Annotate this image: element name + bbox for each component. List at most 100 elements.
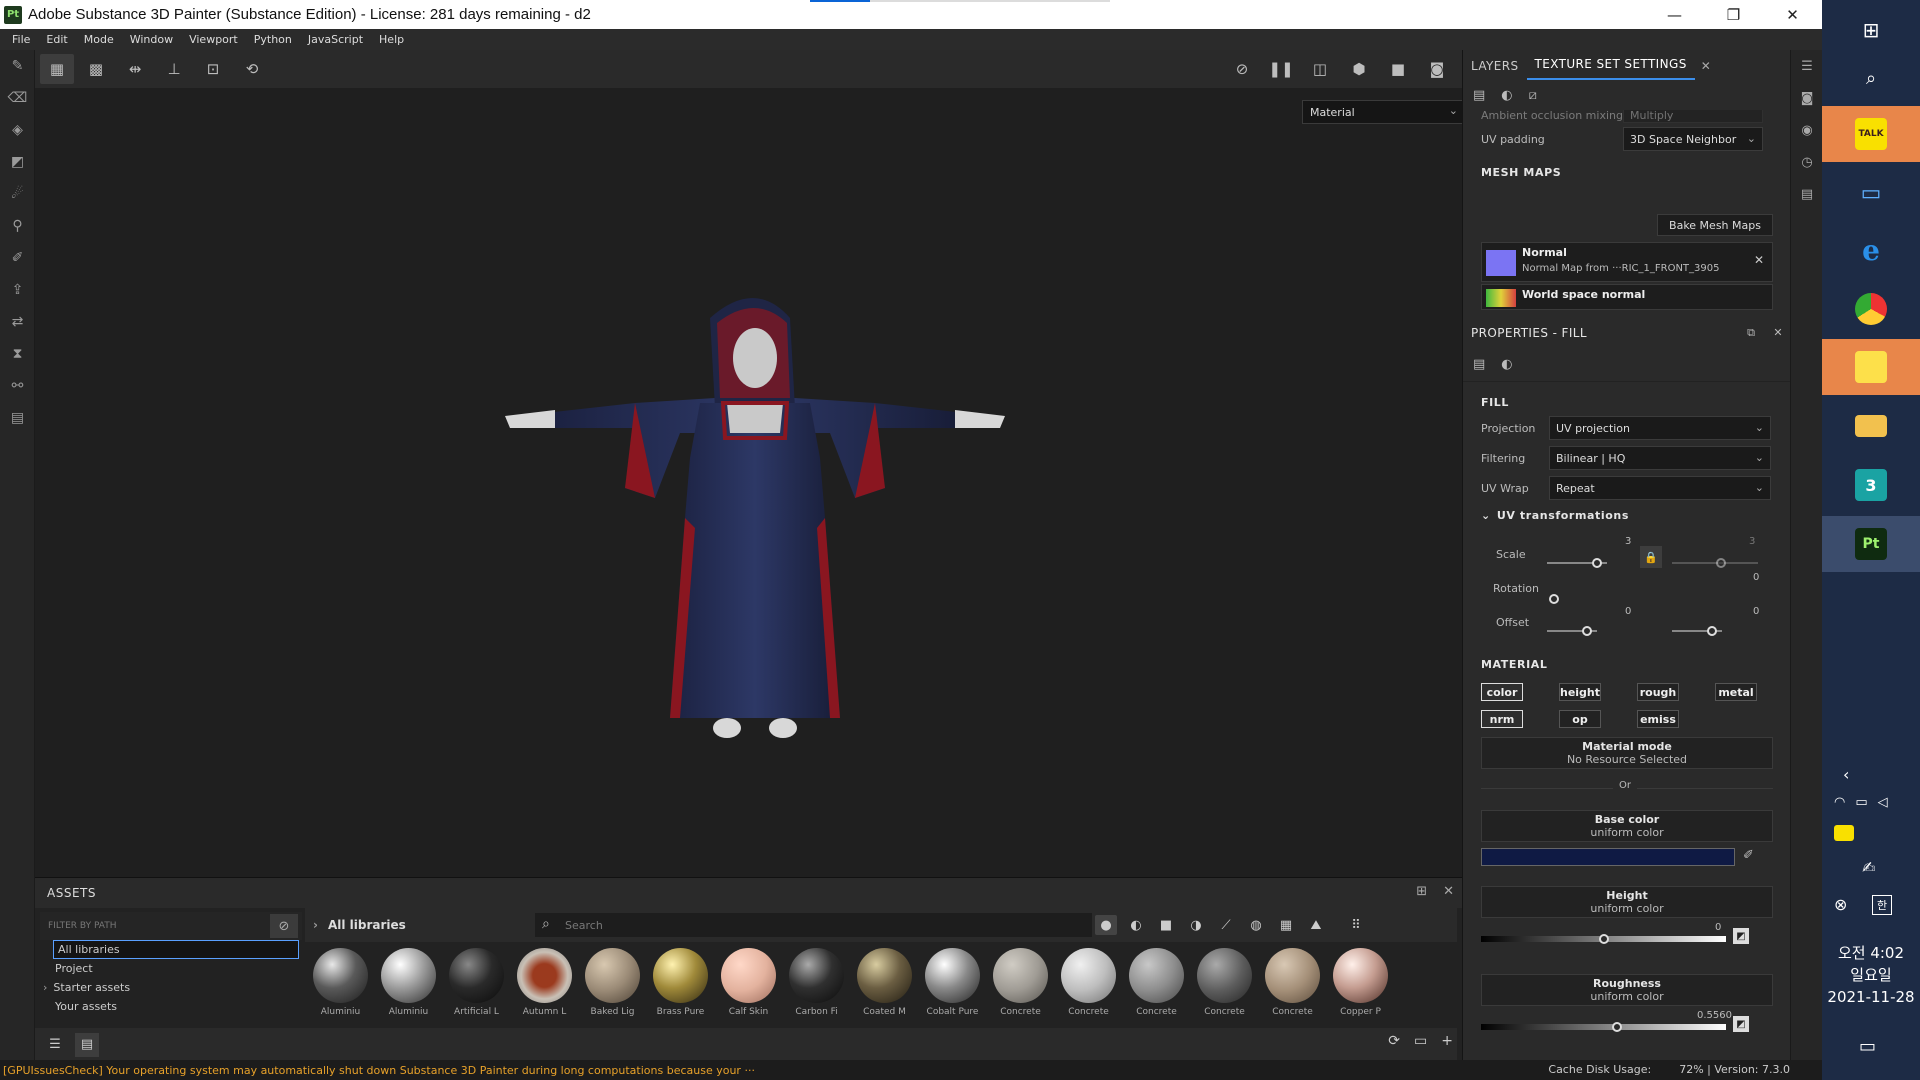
hide-icon[interactable]: ⊘: [270, 914, 298, 938]
restore-button[interactable]: ❐: [1704, 0, 1763, 29]
tab-texture-set-settings[interactable]: TEXTURE SET SETTINGS: [1526, 57, 1695, 80]
asset-search-input[interactable]: ⌕ Search: [535, 913, 1092, 937]
float-panel-icon[interactable]: ⊞: [1416, 884, 1427, 899]
asset-item[interactable]: Aluminiu: [313, 948, 368, 1018]
uv-transform-toggle[interactable]: ⌄ UV transformations: [1463, 509, 1791, 522]
close-tab-icon[interactable]: ✕: [1695, 59, 1717, 80]
remove-map-icon[interactable]: ✕: [1754, 253, 1764, 267]
add-icon[interactable]: +: [1441, 1033, 1453, 1049]
paint-brush-icon[interactable]: ✎: [0, 50, 35, 82]
menu-mode[interactable]: Mode: [76, 33, 122, 46]
clock[interactable]: 오전 4:02 일요일 2021-11-28: [1822, 942, 1920, 1008]
tab-layers[interactable]: LAYERS: [1463, 59, 1527, 80]
folder-icon[interactable]: ▭: [1414, 1033, 1427, 1049]
taskbar-kakaotalk[interactable]: TALK: [1822, 106, 1920, 162]
channel-color-button[interactable]: color: [1481, 683, 1523, 701]
menu-help[interactable]: Help: [371, 33, 412, 46]
transform-icon[interactable]: ⇄: [0, 306, 35, 338]
float-panel-icon[interactable]: ⧉: [1747, 326, 1755, 340]
library-project[interactable]: Project: [40, 959, 302, 978]
split-view-icon[interactable]: ▩: [79, 54, 113, 84]
hide-ui-icon[interactable]: ⊘: [1225, 54, 1259, 84]
eraser-icon[interactable]: ⌫: [0, 82, 35, 114]
asset-item[interactable]: Artificial L: [449, 948, 504, 1018]
eyedropper-icon[interactable]: ✐: [1743, 848, 1754, 863]
menu-javascript[interactable]: JavaScript: [300, 33, 371, 46]
texture-set-panel-icon[interactable]: ◙: [1791, 82, 1823, 114]
menu-edit[interactable]: Edit: [38, 33, 75, 46]
link-icon[interactable]: ⚯: [0, 370, 35, 402]
particles-filter-icon[interactable]: ◍: [1245, 915, 1267, 935]
close-panel-icon[interactable]: ✕: [1443, 884, 1454, 899]
library-your-assets[interactable]: Your assets: [40, 997, 302, 1016]
base-color-swatch[interactable]: [1481, 848, 1735, 866]
texture-slot-icon[interactable]: ◩: [1733, 1016, 1749, 1032]
log-panel-icon[interactable]: ▤: [1791, 178, 1823, 210]
align-icon[interactable]: ⊥: [157, 54, 191, 84]
channel-rough-button[interactable]: rough: [1637, 683, 1679, 701]
frame-icon[interactable]: ⊡: [196, 54, 230, 84]
taskbar-chrome[interactable]: [1822, 281, 1920, 337]
grid-view-icon[interactable]: ⠿: [1345, 915, 1367, 935]
refresh-icon[interactable]: ⟳: [1388, 1033, 1400, 1049]
smudge-icon[interactable]: ☄: [0, 178, 35, 210]
offset-v-slider-handle[interactable]: [1707, 626, 1717, 636]
channel-emiss-button[interactable]: emiss: [1637, 710, 1679, 728]
texture-set-icon[interactable]: ▤: [1473, 88, 1485, 103]
asset-item[interactable]: Calf Skin: [721, 948, 776, 1018]
wifi-icon[interactable]: ◠: [1834, 795, 1845, 810]
environments-filter-icon[interactable]: ⛰: [1305, 915, 1327, 935]
menu-window[interactable]: Window: [122, 33, 181, 46]
asset-item[interactable]: Copper P: [1333, 948, 1388, 1018]
offset-u-slider-handle[interactable]: [1582, 626, 1592, 636]
taskbar-search-button[interactable]: ⌕: [1822, 50, 1920, 106]
layers-panel-icon[interactable]: ☰: [1791, 50, 1823, 82]
roughness-slider-handle[interactable]: [1612, 1022, 1623, 1032]
mesh-map-normal[interactable]: Normal Normal Map from ···RIC_1_FRONT_39…: [1481, 242, 1773, 282]
asset-item[interactable]: Brass Pure: [653, 948, 708, 1018]
battery-icon[interactable]: ▭: [1855, 795, 1867, 810]
taskbar-internet-explorer[interactable]: e: [1822, 222, 1920, 278]
close-window-button[interactable]: ✕: [1763, 0, 1822, 29]
rotation-slider-handle[interactable]: [1549, 594, 1559, 604]
asset-item[interactable]: Concrete: [1265, 948, 1320, 1018]
screenshot-icon[interactable]: ◙: [1420, 54, 1454, 84]
menu-file[interactable]: File: [4, 33, 38, 46]
mesh-map-world-normal[interactable]: World space normal: [1481, 284, 1773, 310]
asset-item[interactable]: Cobalt Pure: [925, 948, 980, 1018]
taskbar-remote-desktop[interactable]: ▭: [1822, 165, 1920, 221]
breadcrumb[interactable]: › All libraries: [305, 918, 406, 932]
history-panel-icon[interactable]: ◷: [1791, 146, 1823, 178]
minimize-button[interactable]: —: [1645, 0, 1704, 29]
split-mode-icon[interactable]: ◫: [1303, 54, 1337, 84]
volume-icon[interactable]: ◁: [1878, 795, 1888, 810]
asset-item[interactable]: Concrete: [1061, 948, 1116, 1018]
symmetry-icon[interactable]: ⇹: [118, 54, 152, 84]
bake-mesh-maps-button[interactable]: Bake Mesh Maps: [1657, 214, 1773, 236]
base-color-slot[interactable]: Base color uniform color: [1481, 810, 1773, 842]
asset-item[interactable]: Concrete: [1197, 948, 1252, 1018]
taskbar-3ds-max[interactable]: 3: [1822, 457, 1920, 513]
taskbar-file-explorer[interactable]: [1822, 398, 1920, 454]
texture-slot-icon[interactable]: ◩: [1733, 928, 1749, 944]
height-slot[interactable]: Height uniform color: [1481, 886, 1773, 918]
menu-python[interactable]: Python: [246, 33, 300, 46]
filter-by-path-field[interactable]: FILTER BY PATH ⊘: [40, 912, 302, 940]
notifications-icon[interactable]: ▭: [1859, 1036, 1876, 1057]
single-view-icon[interactable]: ▦: [40, 54, 74, 84]
uv-wrap-dropdown[interactable]: Repeat ⌄: [1549, 476, 1771, 500]
uv-padding-dropdown[interactable]: 3D Space Neighbor ⌄: [1623, 127, 1763, 151]
uv-icon[interactable]: ⧄: [1529, 88, 1537, 103]
channel-nrm-button[interactable]: nrm: [1481, 710, 1523, 728]
masks-filter-icon[interactable]: ■: [1155, 915, 1177, 935]
scale-slider-2-handle[interactable]: [1716, 558, 1726, 568]
materials-filter-icon[interactable]: ●: [1095, 915, 1117, 935]
display-mode-dropdown[interactable]: Material ⌄: [1302, 100, 1465, 124]
fill-settings-icon[interactable]: ▤: [1473, 357, 1485, 372]
library-starter-assets[interactable]: › Starter assets: [40, 978, 302, 997]
lock-icon[interactable]: 🔒: [1640, 546, 1662, 568]
brushes-filter-icon[interactable]: ⟋: [1215, 915, 1237, 935]
smart-materials-filter-icon[interactable]: ◐: [1125, 915, 1147, 935]
export-icon[interactable]: ▤: [0, 402, 35, 434]
close-circle-icon[interactable]: ⊗: [1834, 895, 1847, 914]
